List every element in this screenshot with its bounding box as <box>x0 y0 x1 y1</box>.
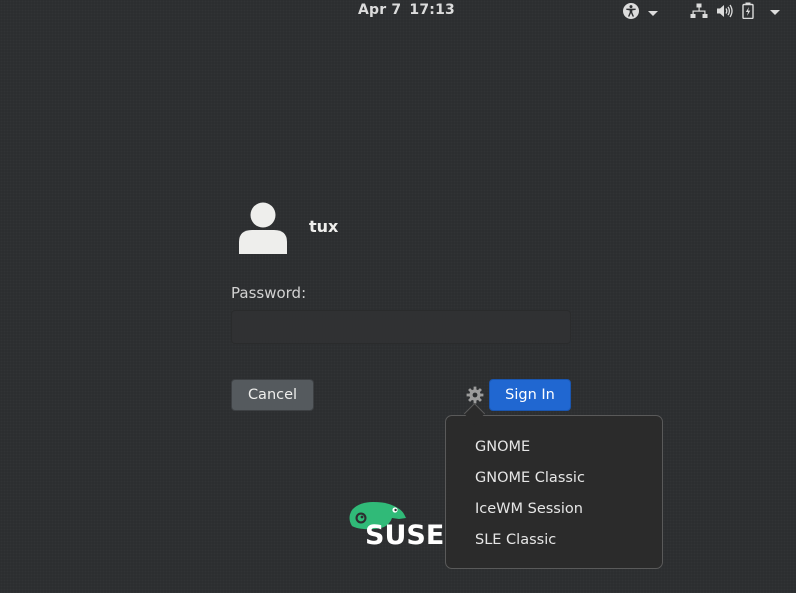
accessibility-menu[interactable] <box>622 2 658 24</box>
network-icon <box>690 3 708 23</box>
system-menu-chevron-icon <box>770 10 780 15</box>
password-input[interactable] <box>231 310 571 344</box>
accessibility-icon <box>622 2 640 24</box>
suse-logo: SUSE <box>346 500 444 551</box>
password-label: Password: <box>231 284 307 302</box>
session-item-gnome[interactable]: GNOME <box>446 434 662 465</box>
suse-logo-text: SUSE <box>365 520 445 551</box>
session-menu: GNOME GNOME Classic IceWM Session SLE Cl… <box>445 415 663 569</box>
volume-icon <box>716 3 734 23</box>
session-item-sle-classic[interactable]: SLE Classic <box>446 527 662 558</box>
chevron-down-icon <box>648 10 658 16</box>
user-avatar <box>238 202 288 254</box>
top-bar: Apr 7 17:13 <box>0 0 796 22</box>
cancel-button[interactable]: Cancel <box>231 379 314 411</box>
username-label: tux <box>309 217 339 236</box>
session-item-gnome-classic[interactable]: GNOME Classic <box>446 465 662 496</box>
clock[interactable]: Apr 7 17:13 <box>358 2 463 18</box>
system-menu[interactable] <box>690 2 780 23</box>
sign-in-button[interactable]: Sign In <box>489 379 571 411</box>
battery-icon <box>742 2 754 23</box>
session-item-icewm[interactable]: IceWM Session <box>446 496 662 527</box>
gear-icon[interactable] <box>466 386 484 404</box>
clock-date: Apr 7 <box>358 2 402 18</box>
login-screen: Apr 7 17:13 tux Password: Cancel Sign In… <box>0 0 796 593</box>
clock-time: 17:13 <box>409 2 455 18</box>
